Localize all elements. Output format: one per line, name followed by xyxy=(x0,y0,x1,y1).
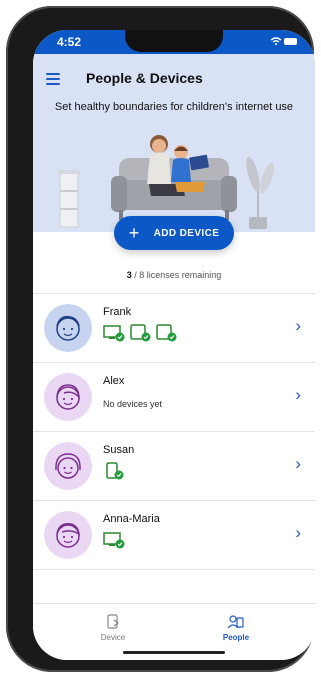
chevron-right-icon[interactable]: › xyxy=(295,385,301,405)
notch xyxy=(125,30,223,52)
person-name: Anna-Maria xyxy=(103,513,160,525)
avatar-anna-maria xyxy=(44,511,92,559)
app-screen: 4:52 People & Devices Set healthy bounda… xyxy=(33,30,315,660)
tab-device-label: Device xyxy=(100,633,126,642)
status-bar: 4:52 xyxy=(33,30,315,54)
chevron-right-icon[interactable]: › xyxy=(295,454,301,474)
tablet-check-icon xyxy=(156,324,177,342)
tab-device[interactable]: Device xyxy=(78,614,148,642)
person-name: Alex xyxy=(103,375,125,387)
monitor-check-icon xyxy=(103,325,125,342)
person-row-anna-maria[interactable]: Anna-Maria › xyxy=(33,500,315,570)
tab-people[interactable]: People xyxy=(201,614,271,642)
monitor-check-icon xyxy=(103,532,125,549)
hero-section: 4:52 People & Devices Set healthy bounda… xyxy=(33,30,315,232)
avatar-susan xyxy=(44,442,92,490)
licenses-text: / 8 licenses remaining xyxy=(131,270,222,280)
add-device-button[interactable]: + ADD DEVICE xyxy=(114,216,234,250)
tablet-check-icon xyxy=(130,324,151,342)
device-icons xyxy=(103,531,125,549)
chevron-right-icon[interactable]: › xyxy=(295,523,301,543)
page-title: People & Devices xyxy=(86,70,203,86)
person-row-alex[interactable]: Alex No devices yet › xyxy=(33,362,315,431)
person-name: Susan xyxy=(103,444,135,456)
plus-icon: + xyxy=(128,223,140,243)
status-time: 4:52 xyxy=(57,35,82,49)
avatar-frank xyxy=(44,304,92,352)
licenses-remaining: 3 / 8 licenses remaining xyxy=(33,270,315,280)
people-list: Frank › Alex No devices yet › Susan › An… xyxy=(33,293,315,570)
signal-battery-icon xyxy=(269,36,299,49)
device-tab-icon xyxy=(107,614,119,629)
people-tab-icon xyxy=(227,615,244,629)
bottom-tab-bar: Device People xyxy=(33,603,315,660)
chevron-right-icon[interactable]: › xyxy=(295,316,301,336)
menu-icon[interactable] xyxy=(46,73,60,85)
person-row-susan[interactable]: Susan › xyxy=(33,431,315,500)
no-devices-text: No devices yet xyxy=(103,399,163,409)
page-subtitle: Set healthy boundaries for children's in… xyxy=(54,101,294,113)
device-icons xyxy=(103,462,125,480)
device-icons xyxy=(103,324,177,342)
phone-frame: 4:52 People & Devices Set healthy bounda… xyxy=(6,6,315,672)
phone-check-icon xyxy=(106,462,124,480)
person-row-frank[interactable]: Frank › xyxy=(33,293,315,362)
home-indicator xyxy=(123,651,225,654)
person-name: Frank xyxy=(103,306,132,318)
avatar-alex xyxy=(44,373,92,421)
tab-people-label: People xyxy=(222,633,250,642)
add-device-label: ADD DEVICE xyxy=(153,227,220,239)
